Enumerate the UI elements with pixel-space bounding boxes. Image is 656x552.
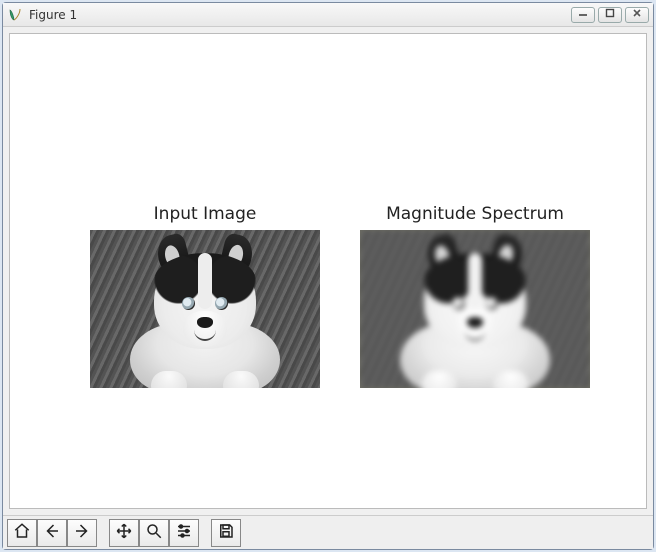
- minimize-button[interactable]: [571, 7, 595, 23]
- figure-window: Figure 1 Input Image: [2, 2, 654, 550]
- titlebar[interactable]: Figure 1: [3, 3, 653, 27]
- save-button[interactable]: [211, 519, 241, 547]
- zoom-icon: [145, 522, 163, 544]
- forward-button[interactable]: [67, 519, 97, 547]
- subplot-title-right: Magnitude Spectrum: [360, 204, 590, 224]
- move-icon: [115, 522, 133, 544]
- navigation-toolbar: [3, 515, 653, 549]
- home-icon: [13, 522, 31, 544]
- minimize-icon: [578, 8, 588, 21]
- zoom-button[interactable]: [139, 519, 169, 547]
- window-buttons: [571, 7, 649, 23]
- input-image: [90, 230, 320, 388]
- subplot-input-image: Input Image: [90, 204, 320, 388]
- home-button[interactable]: [7, 519, 37, 547]
- python-tk-icon: [7, 7, 23, 23]
- figure-canvas[interactable]: Input Image: [9, 33, 647, 509]
- save-icon: [217, 522, 235, 544]
- subplot-title-left: Input Image: [90, 204, 320, 224]
- subplot-magnitude-spectrum: Magnitude Spectrum: [360, 204, 590, 388]
- close-icon: [632, 8, 642, 21]
- back-button[interactable]: [37, 519, 67, 547]
- window-title: Figure 1: [29, 8, 571, 22]
- figure-area: Input Image: [10, 34, 646, 508]
- magnitude-spectrum-image: [360, 230, 590, 388]
- configure-subplots-button[interactable]: [169, 519, 199, 547]
- sliders-icon: [175, 522, 193, 544]
- maximize-icon: [605, 8, 615, 21]
- arrow-right-icon: [73, 522, 91, 544]
- pan-button[interactable]: [109, 519, 139, 547]
- maximize-button[interactable]: [598, 7, 622, 23]
- arrow-left-icon: [43, 522, 61, 544]
- close-button[interactable]: [625, 7, 649, 23]
